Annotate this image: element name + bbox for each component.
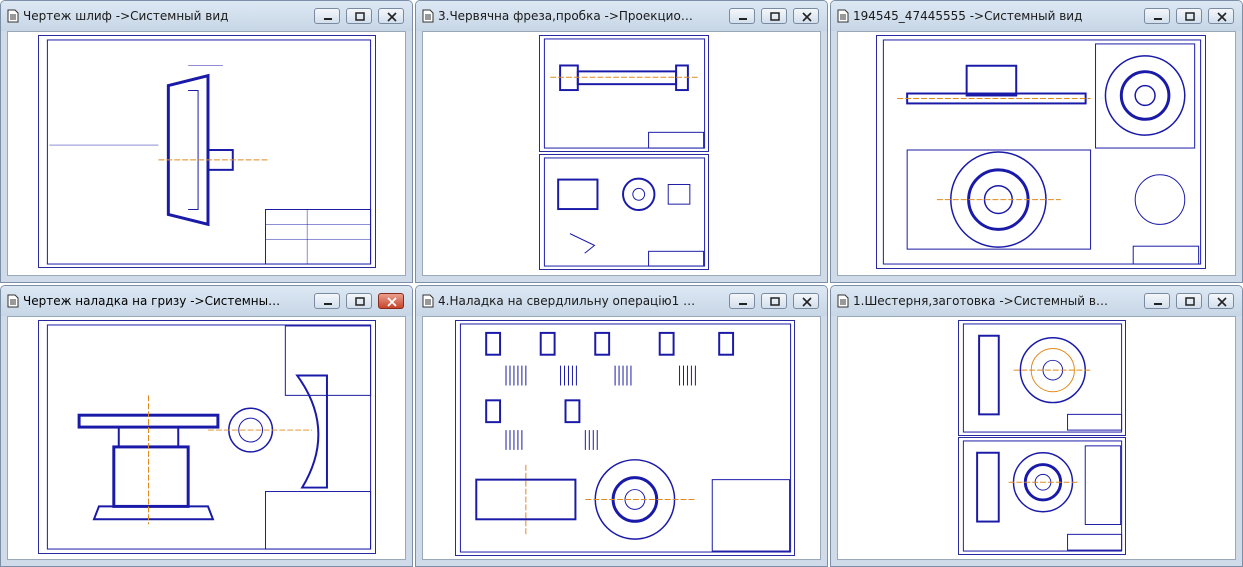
window-title: Чертеж наладка на гризу ->Системный вид — [23, 294, 282, 308]
close-icon — [387, 12, 397, 22]
maximize-button[interactable] — [1176, 293, 1202, 309]
drawing-sheet — [958, 437, 1126, 555]
maximize-icon — [770, 12, 780, 21]
drawing-naladka — [46, 324, 372, 550]
close-icon — [802, 12, 812, 22]
drawing-shesternya-top — [962, 323, 1123, 433]
minimize-icon — [324, 303, 332, 305]
window-titlebar[interactable]: 1.Шестерня,заготовка ->Системный вид — [831, 286, 1242, 316]
window-title: Чертеж шлиф ->Системный вид — [23, 9, 229, 23]
drawing-chervyachna-bottom — [543, 157, 706, 267]
document-icon — [7, 294, 19, 308]
window-title: 4.Наладка на свердлильну операцію1 ->Сис… — [438, 294, 697, 308]
drawing-sheet — [38, 320, 376, 554]
maximize-button[interactable] — [761, 293, 787, 309]
document-icon — [837, 9, 849, 23]
window-chertezh-shlif[interactable]: Чертеж шлиф ->Системный вид — [0, 0, 413, 283]
maximize-button[interactable] — [761, 8, 787, 24]
close-button[interactable] — [1208, 293, 1234, 309]
window-title: 194545_47445555 ->Системный вид — [853, 9, 1083, 23]
window-titlebar[interactable]: 3.Червячна фреза,пробка ->Проекционный в… — [416, 1, 827, 31]
drawing-sheet — [539, 35, 709, 152]
drawing-sheet — [958, 320, 1126, 436]
document-icon — [422, 9, 434, 23]
window-chervyachna-freza[interactable]: 3.Червячна фреза,пробка ->Проекционный в… — [415, 0, 828, 283]
window-titlebar[interactable]: Чертеж шлиф ->Системный вид — [1, 1, 412, 31]
minimize-icon — [1154, 18, 1162, 20]
minimize-icon — [1154, 303, 1162, 305]
close-button[interactable] — [378, 8, 404, 24]
drawing-194545 — [882, 39, 1202, 265]
drawing-viewport[interactable] — [7, 316, 406, 560]
drawing-sheet — [539, 154, 709, 270]
close-icon — [1217, 297, 1227, 307]
window-194545[interactable]: 194545_47445555 ->Системный вид — [830, 0, 1243, 283]
minimize-icon — [324, 18, 332, 20]
close-button[interactable] — [378, 293, 404, 309]
close-icon — [387, 297, 397, 307]
minimize-button[interactable] — [729, 8, 755, 24]
drawing-viewport[interactable] — [7, 31, 406, 276]
drawing-viewport[interactable] — [837, 316, 1236, 560]
minimize-button[interactable] — [1144, 293, 1170, 309]
maximize-icon — [355, 297, 365, 306]
drawing-chervyachna-top — [543, 38, 706, 149]
minimize-button[interactable] — [314, 293, 340, 309]
window-titlebar[interactable]: Чертеж наладка на гризу ->Системный вид — [1, 286, 412, 316]
document-icon — [422, 294, 434, 308]
close-icon — [1217, 12, 1227, 22]
drawing-sheet — [455, 320, 795, 556]
minimize-icon — [739, 303, 747, 305]
maximize-button[interactable] — [346, 293, 372, 309]
minimize-button[interactable] — [1144, 8, 1170, 24]
close-button[interactable] — [1208, 8, 1234, 24]
maximize-icon — [355, 12, 365, 21]
minimize-icon — [739, 18, 747, 20]
window-naladka-sverdlilnu[interactable]: 4.Наладка на свердлильну операцію1 ->Сис… — [415, 285, 828, 567]
maximize-icon — [1185, 297, 1195, 306]
drawing-sheet — [876, 35, 1206, 269]
window-shesternya-zagotovka[interactable]: 1.Шестерня,заготовка ->Системный вид — [830, 285, 1243, 567]
drawing-sheet — [38, 35, 376, 268]
window-title: 3.Червячна фреза,пробка ->Проекционный в… — [438, 9, 697, 23]
drawing-viewport[interactable] — [422, 31, 821, 276]
drawing-viewport[interactable] — [422, 316, 821, 560]
drawing-viewport[interactable] — [837, 31, 1236, 276]
window-chertezh-naladka[interactable]: Чертеж наладка на гризу ->Системный вид — [0, 285, 413, 567]
drawing-shesternya-bottom — [962, 440, 1123, 552]
minimize-button[interactable] — [314, 8, 340, 24]
maximize-icon — [770, 297, 780, 306]
window-title: 1.Шестерня,заготовка ->Системный вид — [853, 294, 1112, 308]
document-icon — [7, 9, 19, 23]
drawing-shlif — [46, 39, 372, 265]
drawing-sverdlilnu — [459, 323, 792, 553]
maximize-button[interactable] — [346, 8, 372, 24]
maximize-button[interactable] — [1176, 8, 1202, 24]
window-titlebar[interactable]: 4.Наладка на свердлильну операцію1 ->Сис… — [416, 286, 827, 316]
close-icon — [802, 297, 812, 307]
close-button[interactable] — [793, 293, 819, 309]
document-icon — [837, 294, 849, 308]
window-titlebar[interactable]: 194545_47445555 ->Системный вид — [831, 1, 1242, 31]
maximize-icon — [1185, 12, 1195, 21]
close-button[interactable] — [793, 8, 819, 24]
minimize-button[interactable] — [729, 293, 755, 309]
